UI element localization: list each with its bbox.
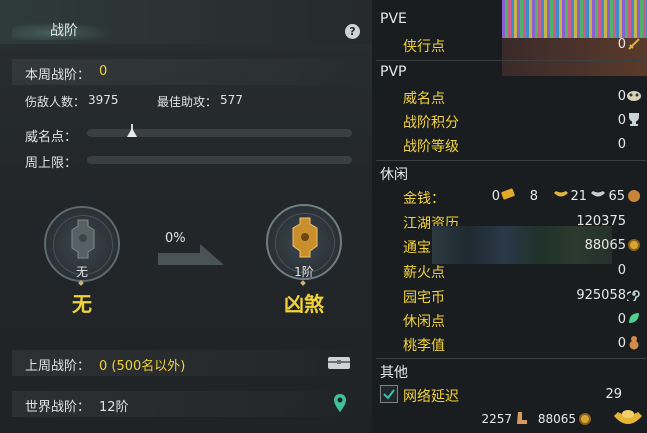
separator: [376, 160, 646, 161]
injured-label: 伤敌人数：: [25, 95, 86, 109]
world-rank-value: 12阶: [99, 400, 129, 415]
help-button[interactable]: ?: [345, 24, 360, 39]
separator: [376, 60, 646, 61]
leisure-item-label: 园宅币: [403, 290, 445, 306]
injured-value: 3975: [88, 93, 119, 107]
money-gold-value: 0: [491, 189, 500, 204]
sword-icon: [628, 38, 640, 50]
leisure-item-value: 0: [617, 312, 626, 327]
coin-icon: [628, 239, 640, 251]
last-week-value: 0 (500名以外): [99, 359, 186, 374]
medal-dot: [300, 280, 306, 286]
weekly-rank-value: 0: [99, 64, 108, 79]
footer-value-2: 88065: [537, 412, 576, 426]
current-medal-label: 无: [75, 265, 88, 279]
prestige-marker: [127, 128, 137, 137]
money-copper1-value: 21: [570, 189, 587, 204]
coin-icon: [579, 413, 591, 425]
progress-arrow-head: [200, 244, 224, 265]
trophy-icon: [629, 113, 639, 126]
panel-title: 战阶: [50, 23, 78, 39]
bell-icon: [71, 219, 95, 259]
separator: [376, 358, 646, 359]
section-title-leisure: 休闲: [380, 167, 408, 183]
last-week-label: 上周战阶：: [25, 359, 91, 374]
next-rank-name: 凶煞: [284, 292, 324, 316]
weekly-cap-bar: [87, 156, 352, 164]
money-label: 金钱：: [403, 191, 445, 207]
leisure-item-label: 桃李值: [403, 338, 445, 354]
copper-coin-icon: [628, 190, 640, 202]
leisure-item-label: 休闲点: [403, 314, 445, 330]
next-medal-label: 1阶: [294, 265, 314, 279]
boot-icon: [517, 412, 527, 424]
gold-sycee-icon[interactable]: [612, 406, 644, 430]
pve-item-value: 0: [617, 37, 626, 52]
pvp-item-label: 威名点: [403, 91, 445, 107]
section-title-other: 其他: [380, 365, 408, 381]
money-copper2-value: 65: [608, 189, 625, 204]
checkmark-icon: [383, 389, 395, 400]
weekly-rank-label: 本周战阶：: [25, 68, 91, 83]
leisure-item-value: 88065: [584, 238, 626, 253]
section-title-pve: PVE: [380, 11, 407, 27]
assist-value: 577: [220, 93, 243, 107]
pve-item-label: 侠行点: [403, 39, 445, 55]
gourd-icon: [629, 336, 639, 350]
mask-icon: [627, 91, 641, 101]
footer-value-1: 2257: [481, 412, 512, 426]
pvp-item-label: 战阶积分: [403, 115, 459, 131]
rank-panel: 战阶 ? 本周战阶： 0 伤敌人数： 3975 最佳助攻： 577 威名点： 周…: [0, 0, 372, 433]
assist-label: 最佳助攻：: [157, 95, 218, 109]
current-rank-name: 无: [72, 292, 92, 316]
pvp-item-value: 0: [617, 137, 626, 152]
progress-percent: 0%: [165, 231, 186, 246]
location-pin-icon[interactable]: [333, 393, 347, 413]
leisure-item-value: 0: [617, 336, 626, 351]
latency-label: 网络延迟: [403, 389, 459, 405]
leisure-item-label: 薪火点: [403, 265, 445, 281]
pvp-item-value: 0: [617, 89, 626, 104]
leaf-icon: [629, 313, 639, 323]
spiral-icon: [627, 290, 640, 301]
leisure-item-value: 925058: [576, 288, 626, 303]
silver-sycee-icon: [591, 191, 605, 197]
section-title-pvp: PVP: [380, 64, 407, 80]
chest-icon[interactable]: [327, 355, 351, 371]
latency-value: 29: [605, 387, 622, 402]
decorative-strip: [502, 0, 647, 38]
pvp-item-label: 战阶等级: [403, 139, 459, 155]
prestige-label: 威名点：: [25, 130, 78, 145]
currency-panel: PVE 侠行点 0 PVP 威名点 0 战阶积分 0 战阶等级 0 休闲 金钱：…: [372, 0, 647, 433]
weekly-cap-label: 周上限：: [25, 156, 78, 171]
money-silver-value: 8: [529, 189, 538, 204]
world-rank-label: 世界战阶：: [25, 400, 91, 415]
latency-checkbox[interactable]: [380, 385, 398, 403]
leisure-item-value: 0: [617, 263, 626, 278]
leisure-item-label: 通宝: [403, 240, 431, 256]
gold-ingot-icon: [501, 188, 515, 200]
progress-arrow: [158, 253, 202, 265]
pvp-item-value: 0: [617, 113, 626, 128]
bell-icon: [292, 217, 318, 258]
